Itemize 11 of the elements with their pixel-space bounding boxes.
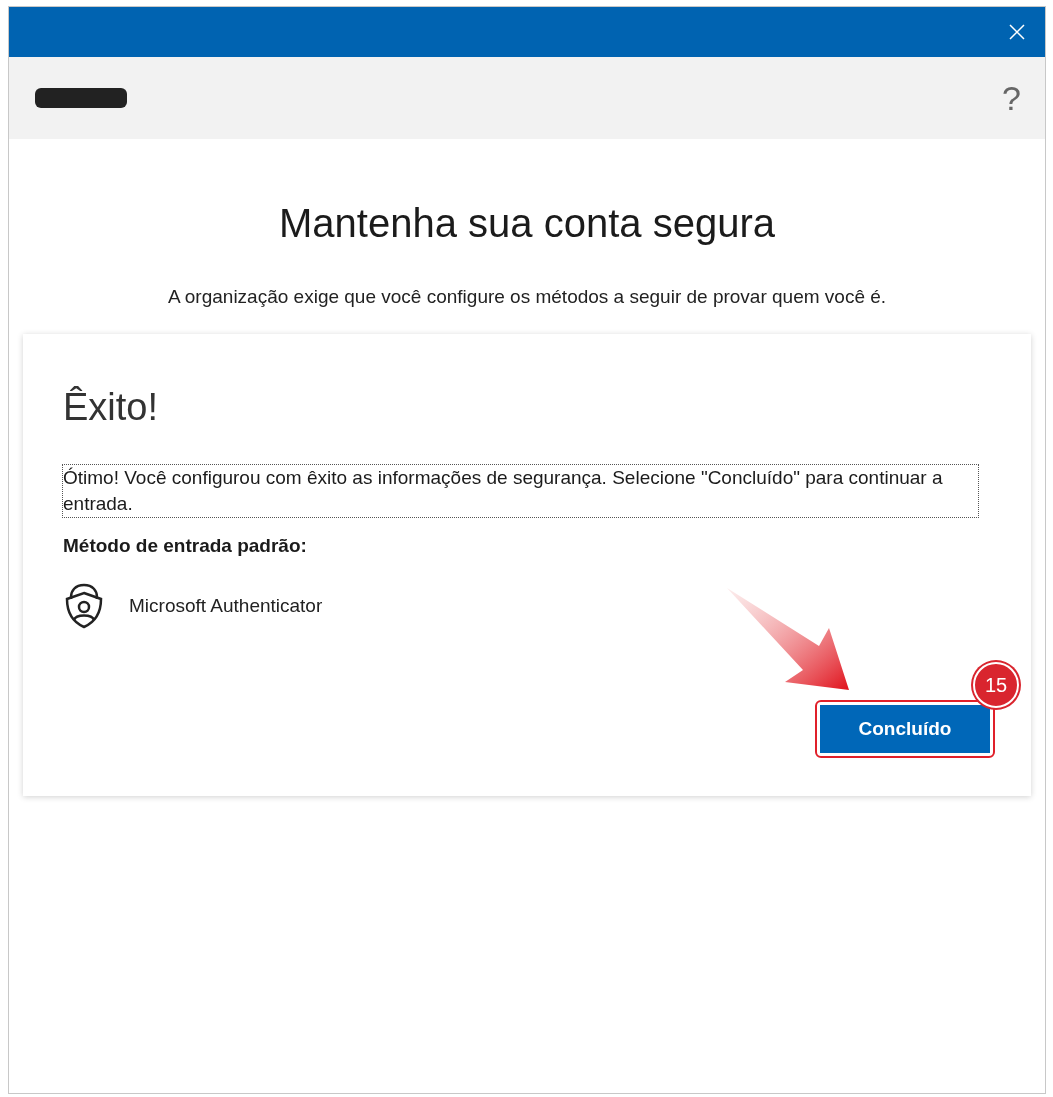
card-heading: Êxito!	[63, 386, 160, 429]
subtitle: A organização exige que você configure os métodos a seguir de provar quem você é.	[167, 286, 887, 308]
page-title: Mantenha sua conta segura	[279, 201, 775, 246]
success-message: Ótimo! Você configurou com êxito as informações de segurança. Selecione "Concluído" para continuar a entrada.	[63, 465, 978, 517]
done-button[interactable]: Concluído	[820, 705, 990, 753]
help-link[interactable]: ?	[1002, 78, 1021, 118]
default-method-label: Método de entrada padrão:	[63, 535, 308, 557]
method-name: Microsoft Authenticator	[129, 595, 323, 617]
step-badge: 15	[973, 662, 1019, 708]
authenticator-icon	[63, 583, 105, 629]
close-icon[interactable]	[1009, 24, 1025, 40]
